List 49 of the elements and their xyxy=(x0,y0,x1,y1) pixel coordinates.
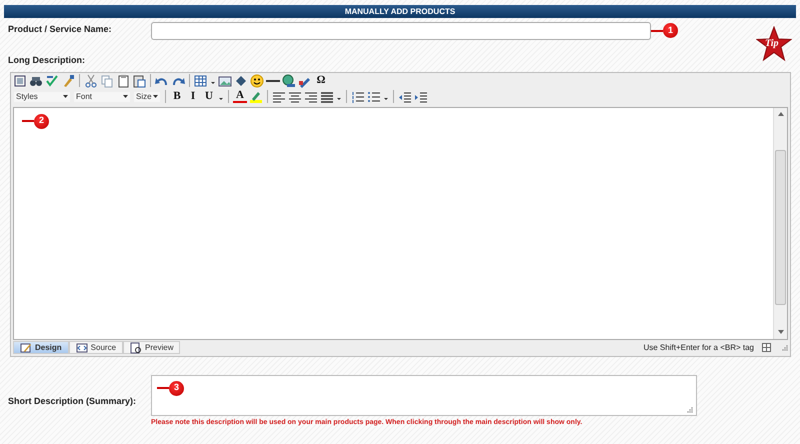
smiley-icon[interactable] xyxy=(250,74,264,88)
align-center-icon[interactable] xyxy=(288,90,302,104)
align-right-icon[interactable] xyxy=(304,90,318,104)
format-button[interactable]: Ω xyxy=(314,72,328,89)
field-label: Short Description (Summary): xyxy=(7,394,138,408)
field-label: Long Description: xyxy=(7,54,85,67)
tip-star: Tip xyxy=(756,26,792,62)
toolbar-dropdown[interactable]: Size xyxy=(133,90,161,102)
toolbar-dropdown[interactable]: Styles xyxy=(13,90,71,102)
toggle-icon[interactable] xyxy=(762,343,771,352)
short-description-field[interactable]: 3 xyxy=(151,374,697,416)
product-name-field[interactable] xyxy=(151,22,651,40)
caret-icon[interactable] xyxy=(153,95,158,98)
editor-tab[interactable]: Design xyxy=(13,341,69,354)
editor-area[interactable]: 2 xyxy=(13,106,788,340)
magnifier-page-icon xyxy=(130,342,142,354)
bullet-list-icon[interactable] xyxy=(367,90,381,104)
indent-icon[interactable] xyxy=(414,90,428,104)
anchor-icon[interactable] xyxy=(234,74,248,88)
scrollbar[interactable] xyxy=(773,108,787,338)
justify-icon[interactable] xyxy=(320,90,334,104)
brush-icon[interactable] xyxy=(61,74,75,88)
align-left-icon[interactable] xyxy=(272,90,286,104)
paste-document-icon[interactable] xyxy=(132,74,146,88)
format-button[interactable]: B xyxy=(170,88,184,105)
numbered-list-icon[interactable] xyxy=(351,90,365,104)
code-icon xyxy=(76,342,88,354)
font-color-button[interactable]: A xyxy=(233,90,247,103)
format-button[interactable]: U xyxy=(202,88,216,105)
outdent-icon[interactable] xyxy=(398,90,412,104)
editor-tab[interactable]: Source xyxy=(68,341,124,354)
caret-icon[interactable] xyxy=(63,95,68,98)
spellcheck-icon[interactable] xyxy=(45,74,59,88)
resize-grip[interactable] xyxy=(781,344,788,351)
globe-link-icon[interactable] xyxy=(282,74,296,88)
resize-grip[interactable] xyxy=(686,406,693,412)
paste-icon[interactable] xyxy=(116,74,130,88)
fullscreen-icon[interactable] xyxy=(13,74,27,88)
pencil-page-icon xyxy=(20,342,32,354)
status-text: Use Shift+Enter for a <BR> tag xyxy=(643,342,754,354)
image-icon[interactable] xyxy=(218,74,232,88)
editor-tab[interactable]: Preview xyxy=(123,341,180,354)
scissors-icon[interactable] xyxy=(84,74,98,88)
field-label: Product / Service Name: xyxy=(7,23,113,36)
table-icon[interactable] xyxy=(194,74,208,88)
page-header: MANUALLY ADD PRODUCTS xyxy=(4,5,796,18)
toolbar-dropdown[interactable]: Font xyxy=(73,90,131,102)
caret-icon[interactable] xyxy=(123,95,128,98)
format-button[interactable]: I xyxy=(186,88,200,105)
